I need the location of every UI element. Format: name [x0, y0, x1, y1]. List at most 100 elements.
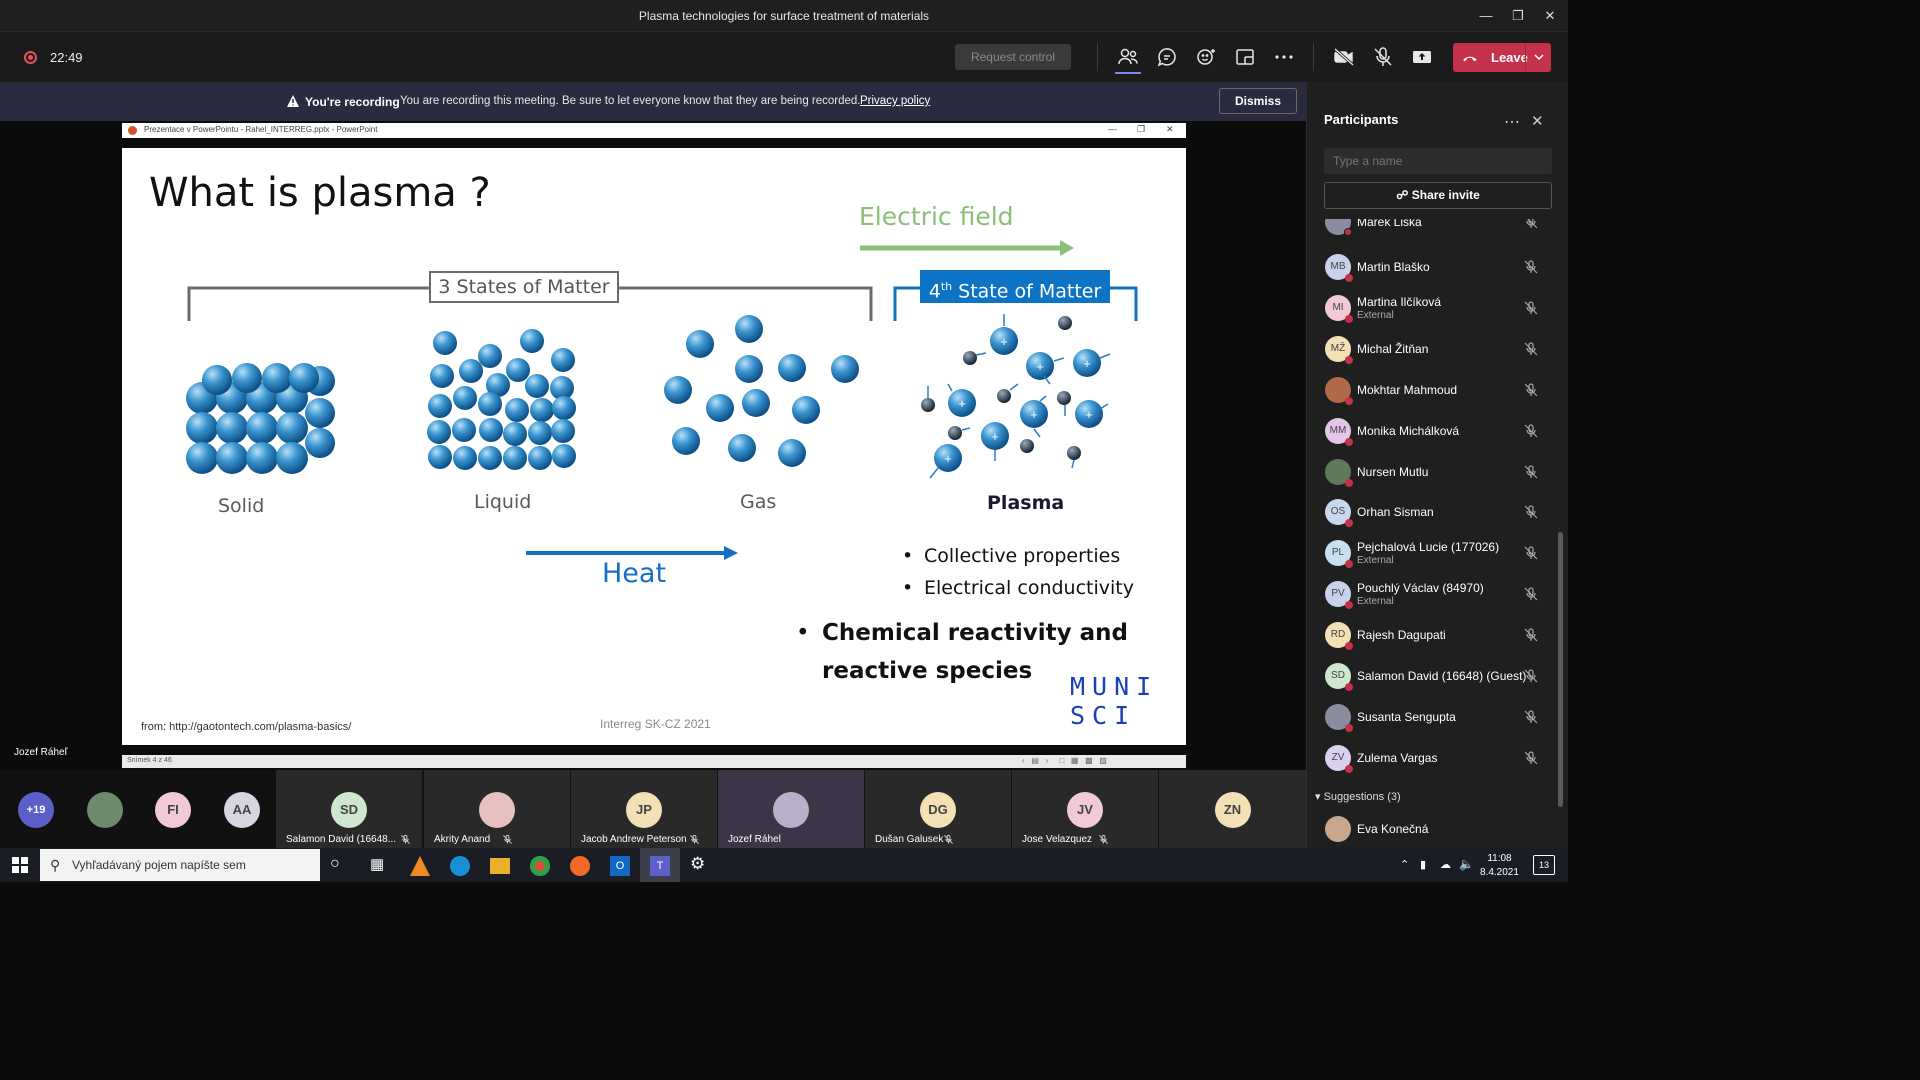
mic-off-icon[interactable] — [1523, 545, 1539, 561]
warning-icon — [287, 95, 299, 107]
outlook-icon[interactable]: O — [610, 856, 630, 876]
participants-icon[interactable] — [1116, 45, 1140, 69]
task-view-icon[interactable]: ▦ — [370, 855, 392, 877]
status-badge — [1345, 560, 1353, 569]
taskbar-search[interactable]: ⚲ Vyhľadávaný pojem napíšte sem — [40, 849, 320, 881]
chat-icon[interactable] — [1155, 45, 1179, 69]
ppt-minimize-icon[interactable]: — — [1108, 124, 1117, 134]
participant-name: Martin Blaško — [1357, 260, 1430, 274]
ppt-restore-icon[interactable]: ❐ — [1137, 124, 1145, 135]
phone-hangup-icon — [1463, 56, 1477, 62]
suggestions-header[interactable]: ▾ Suggestions (3) — [1315, 790, 1401, 803]
solid-label: Solid — [218, 495, 265, 517]
mic-off-icon[interactable] — [1523, 382, 1539, 398]
participant-tile[interactable]: JP Jacob Andrew Peterson — [571, 770, 717, 848]
teams-icon[interactable]: T — [650, 856, 670, 876]
participant-tile[interactable]: AA — [208, 770, 276, 848]
taskbar-clock[interactable]: 11:08 8.4.2021 — [1480, 852, 1519, 880]
rooms-icon[interactable] — [1233, 45, 1257, 69]
participant-tile[interactable]: Jozef Ráhel — [718, 770, 864, 848]
ppt-window-title: Prezentace v PowerPointu - Rahel_INTERRE… — [144, 125, 378, 134]
participant-row[interactable]: MI Martina Ilčíková External — [1307, 287, 1569, 327]
volume-icon[interactable]: 🔈 — [1459, 857, 1481, 879]
request-control-button[interactable]: Request control — [955, 44, 1071, 70]
mic-off-icon[interactable] — [1523, 219, 1539, 230]
mic-off-icon — [1099, 834, 1108, 844]
participant-tile[interactable]: ZN — [1159, 770, 1306, 848]
suggestions-label: Suggestions (3) — [1323, 791, 1401, 803]
mic-off-icon[interactable] — [1371, 45, 1395, 69]
svg-text:+: + — [1083, 356, 1091, 371]
recording-message: You are recording this meeting. Be sure … — [400, 95, 861, 107]
panel-close-icon[interactable]: ✕ — [1531, 112, 1544, 130]
settings-gear-icon[interactable]: ⚙ — [690, 854, 712, 876]
cortana-icon[interactable]: ○ — [330, 855, 352, 877]
participant-name: Michal Žitňan — [1357, 341, 1429, 356]
tray-chevron-icon[interactable]: ⌃ — [1400, 858, 1422, 880]
share-screen-icon[interactable] — [1410, 45, 1434, 69]
panel-more-icon[interactable]: ⋯ — [1504, 112, 1520, 132]
participant-row[interactable]: Marek Liska — [1307, 219, 1569, 241]
participant-row[interactable]: Susanta Sengupta — [1307, 696, 1569, 736]
mic-off-icon[interactable] — [1523, 627, 1539, 643]
presenter-name: Jozef Ráheľ — [14, 747, 68, 758]
participant-row[interactable]: SD Salamon David (16648) (Guest) — [1307, 655, 1569, 695]
participant-tile[interactable]: DG Dušan Galusek — [865, 770, 1011, 848]
notifications-icon[interactable]: 13 — [1533, 855, 1555, 875]
ppt-close-icon[interactable]: ✕ — [1166, 124, 1174, 135]
mic-off-icon[interactable] — [1523, 259, 1539, 275]
reactions-icon[interactable] — [1194, 45, 1218, 69]
participant-row[interactable]: RD Rajesh Dagupati — [1307, 614, 1569, 654]
close-window-icon[interactable]: ✕ — [1540, 6, 1560, 26]
privacy-policy-link[interactable]: Privacy policy — [860, 95, 930, 107]
restore-icon[interactable]: ❐ — [1508, 6, 1528, 26]
mic-off-icon[interactable] — [1523, 709, 1539, 725]
muni-text: MUNI — [1070, 672, 1159, 701]
participant-row[interactable]: MŽ Michal Žitňan — [1307, 328, 1569, 368]
participant-search-input[interactable] — [1324, 148, 1552, 174]
participant-row[interactable]: Nursen Mutlu — [1307, 451, 1569, 491]
suggestion-row[interactable]: Eva Konečná — [1307, 808, 1569, 848]
participant-tile[interactable]: FI — [138, 770, 208, 848]
more-actions-icon[interactable] — [1272, 45, 1296, 69]
mic-off-icon[interactable] — [1523, 750, 1539, 766]
status-badge — [1345, 314, 1353, 323]
share-invite-button[interactable]: ☍ Share invite — [1324, 182, 1552, 209]
participant-row[interactable]: MM Monika Michálková — [1307, 410, 1569, 450]
participant-tile[interactable]: SD Salamon David (16648... — [276, 770, 422, 848]
participant-row[interactable]: OS Orhan Sisman — [1307, 491, 1569, 531]
participants-title: Participants — [1324, 112, 1399, 127]
participant-tile[interactable]: Akrity Anand — [424, 770, 570, 848]
vlc-icon[interactable] — [410, 856, 430, 876]
participants-panel: Participants ⋯ ✕ ☍ Share invite Marek Li… — [1306, 82, 1568, 848]
ppt-nav-icons[interactable]: ‹ ▤ › □ ▦ ▩ ▨ — [1022, 756, 1107, 765]
edge-icon[interactable] — [450, 856, 470, 876]
mic-off-icon[interactable] — [1523, 341, 1539, 357]
firefox-icon[interactable] — [570, 856, 590, 876]
leave-label: Leave — [1491, 50, 1528, 65]
participant-row[interactable]: Mokhtar Mahmoud — [1307, 369, 1569, 409]
chevron-down-icon[interactable] — [1531, 48, 1547, 66]
dismiss-button[interactable]: Dismiss — [1219, 88, 1297, 114]
battery-icon[interactable]: ▮ — [1420, 858, 1442, 880]
mic-off-icon[interactable] — [1523, 300, 1539, 316]
participant-tile[interactable]: JV Jose Velazquez — [1012, 770, 1158, 848]
minimize-icon[interactable]: — — [1476, 6, 1496, 26]
camera-off-icon[interactable] — [1332, 45, 1356, 69]
mic-off-icon[interactable] — [1523, 504, 1539, 520]
file-explorer-icon[interactable] — [490, 858, 510, 874]
participant-row[interactable]: ZV Zulema Vargas — [1307, 737, 1569, 777]
participant-row[interactable]: PV Pouchlý Václav (84970) External — [1307, 573, 1569, 613]
mic-off-icon[interactable] — [1523, 668, 1539, 684]
participant-row[interactable]: PL Pejchalová Lucie (177026) External — [1307, 532, 1569, 572]
leave-button[interactable]: Leave — [1453, 43, 1551, 72]
mic-off-icon[interactable] — [1523, 464, 1539, 480]
mic-off-icon[interactable] — [1523, 586, 1539, 602]
participant-tile[interactable] — [72, 770, 138, 848]
participant-row[interactable]: MB Martin Blaško — [1307, 246, 1569, 286]
chrome-icon[interactable] — [530, 856, 550, 876]
panel-scrollbar[interactable] — [1558, 532, 1563, 807]
windows-start-icon[interactable] — [12, 857, 28, 873]
mic-off-icon[interactable] — [1523, 423, 1539, 439]
overflow-tile[interactable]: +19 — [0, 770, 72, 848]
